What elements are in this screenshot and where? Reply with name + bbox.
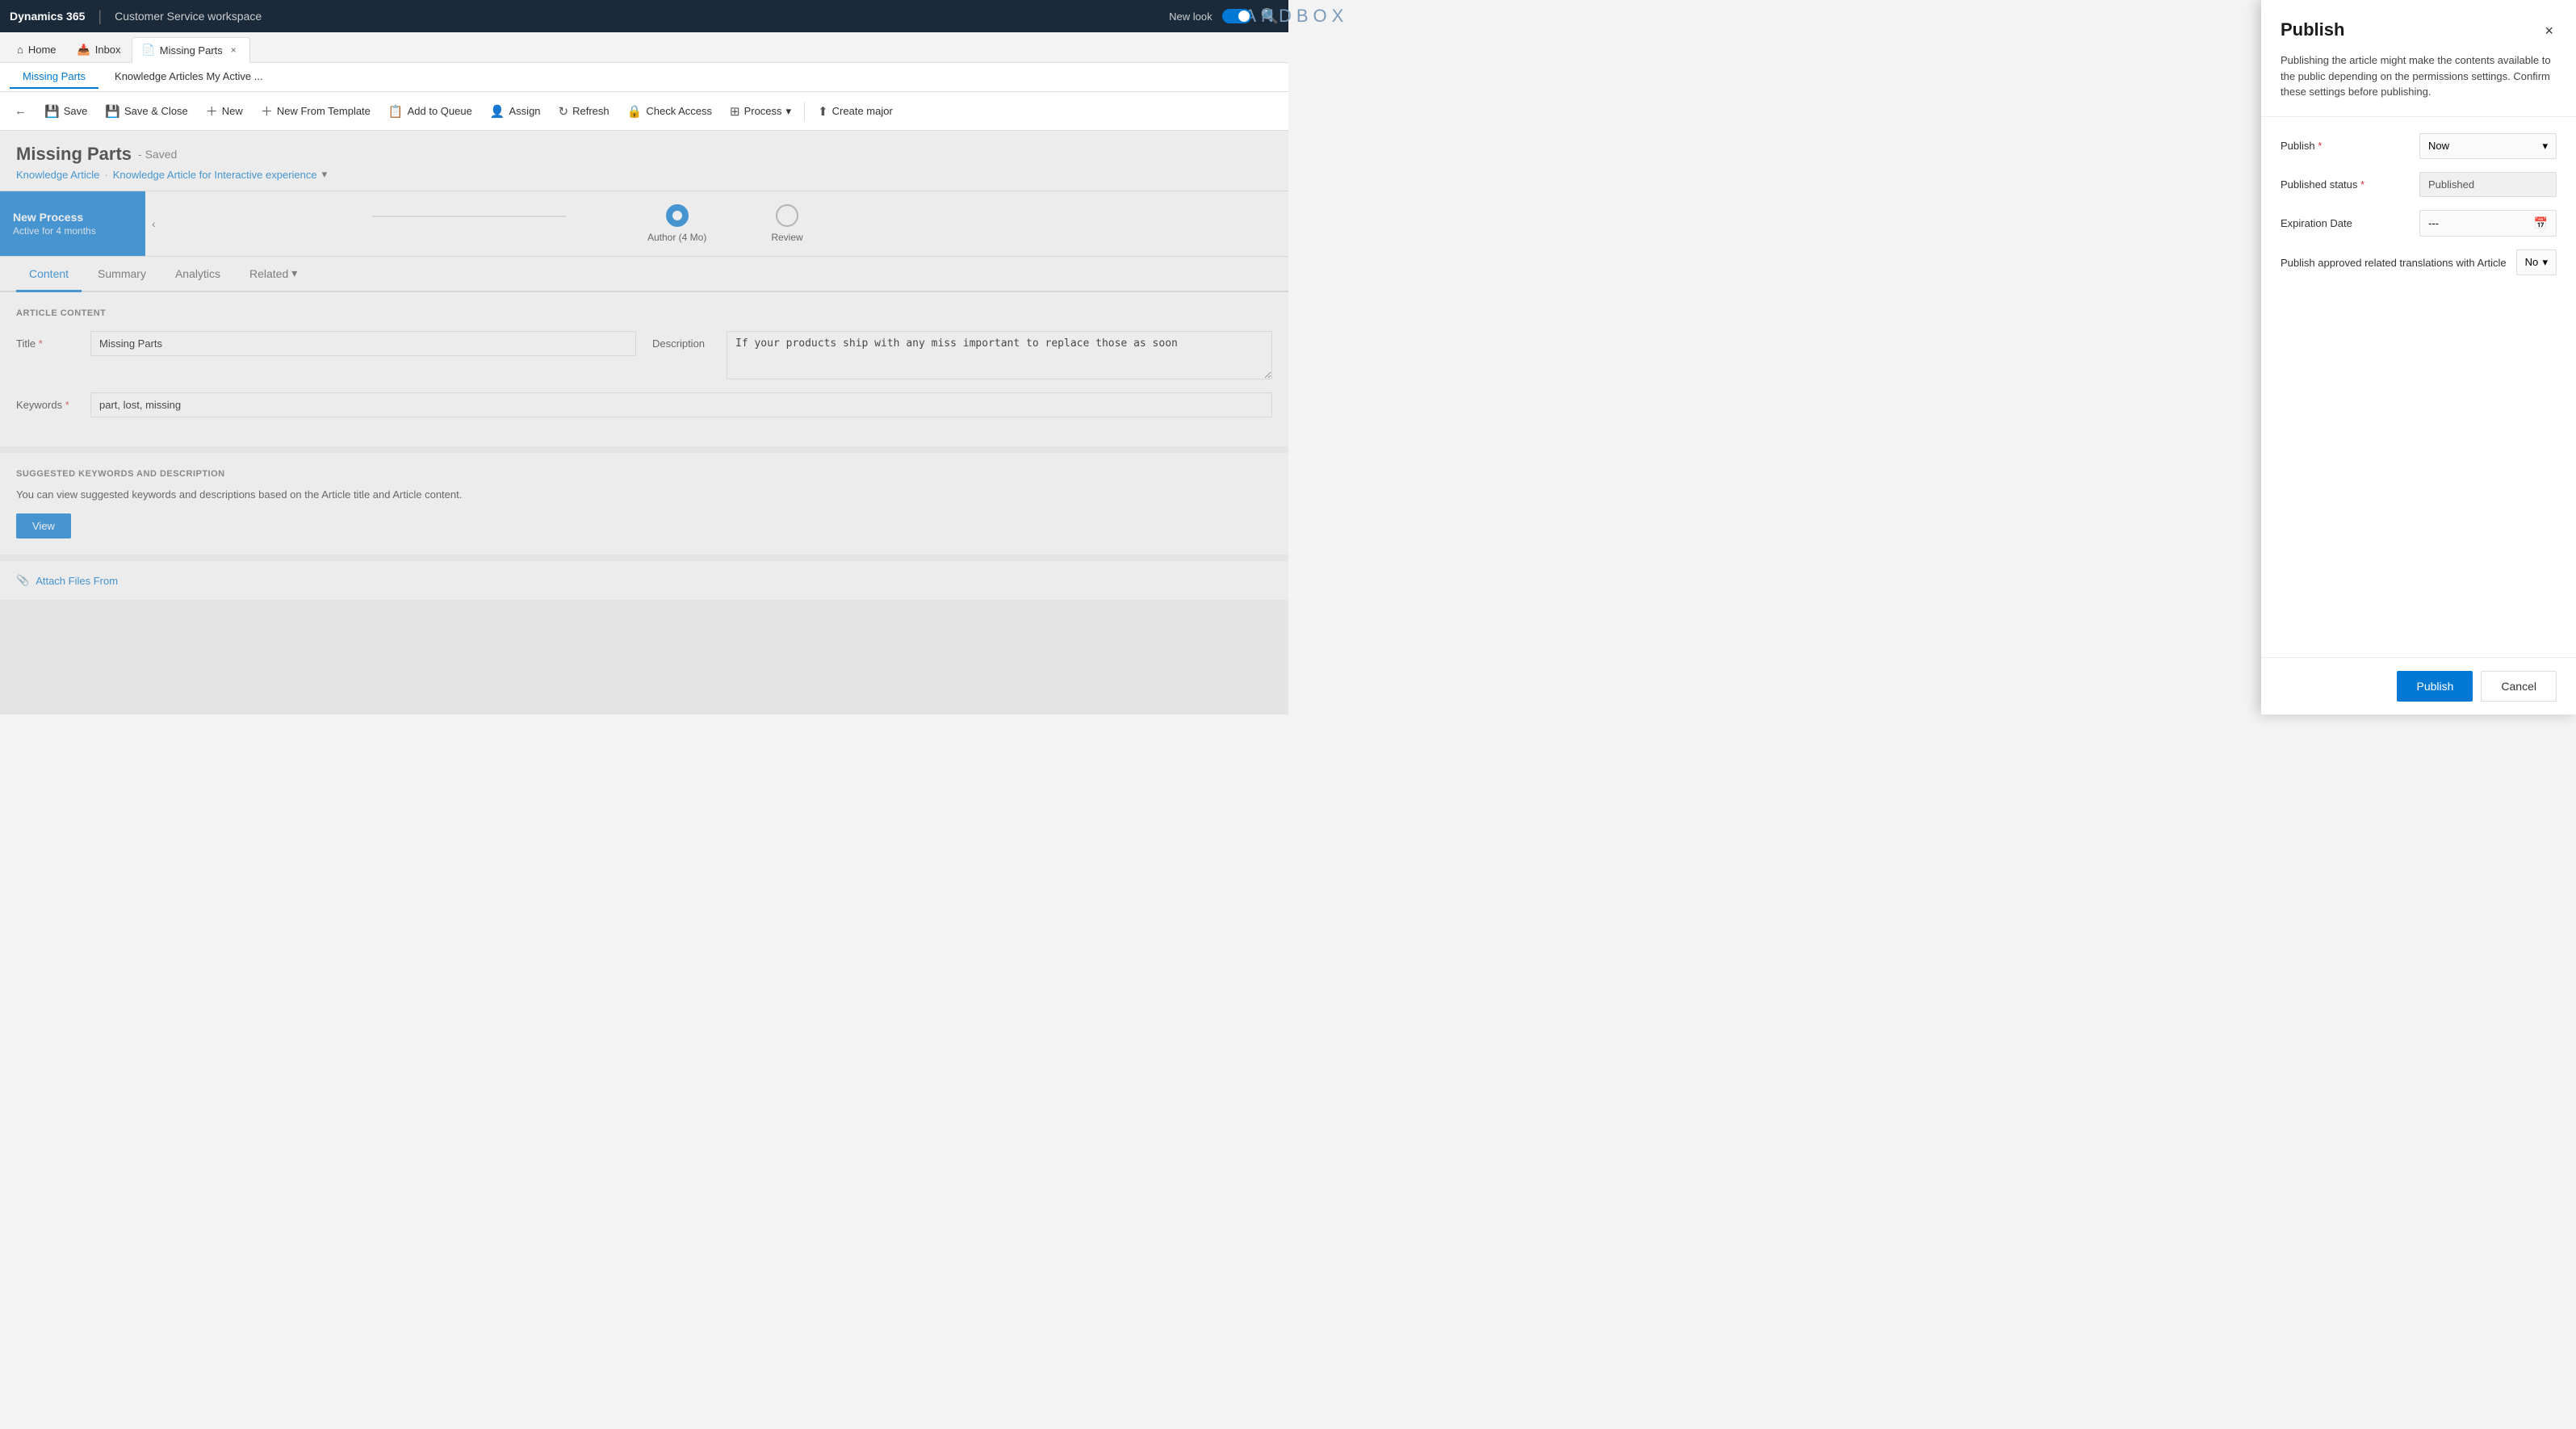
process-label: Process bbox=[744, 105, 782, 117]
publish-panel: Publish × Publishing the article might m… bbox=[2261, 0, 2576, 714]
back-button[interactable]: ← bbox=[6, 97, 35, 126]
inbox-icon: 📥 bbox=[77, 44, 90, 57]
tab-home[interactable]: ⌂ Home bbox=[6, 36, 67, 62]
refresh-icon: ↻ bbox=[559, 104, 569, 119]
panel-title: Publish bbox=[2281, 19, 2344, 40]
tab-inbox-label: Inbox bbox=[95, 44, 121, 56]
sub-tab-knowledge-articles[interactable]: Knowledge Articles My Active ... bbox=[102, 65, 276, 89]
expiration-value-text: --- bbox=[2428, 217, 2439, 229]
sub-tab-bar: Missing Parts Knowledge Articles My Acti… bbox=[0, 63, 1288, 92]
calendar-icon: 📅 bbox=[2534, 216, 2548, 230]
back-icon: ← bbox=[15, 104, 27, 118]
published-status-required: * bbox=[2360, 178, 2364, 191]
translations-label: Publish approved related translations wi… bbox=[2281, 249, 2507, 270]
process-chevron-icon: ▾ bbox=[786, 105, 792, 118]
new-label: New bbox=[222, 105, 243, 117]
panel-body: Publish * Now ▾ Published status * Publi… bbox=[2261, 117, 2576, 658]
publish-label-required: * bbox=[2318, 140, 2322, 152]
published-status-label-text: Published status bbox=[2281, 178, 2357, 191]
tab-missing-parts-label: Missing Parts bbox=[160, 44, 223, 57]
new-from-template-button[interactable]: ＋ New From Template bbox=[253, 97, 379, 126]
translations-value-text: No bbox=[2525, 256, 2539, 268]
create-major-button[interactable]: ⬆ Create major bbox=[810, 97, 901, 126]
assign-button[interactable]: 👤 Assign bbox=[482, 97, 549, 126]
save-icon: 💾 bbox=[44, 104, 60, 119]
panel-close-button[interactable]: × bbox=[2541, 19, 2557, 43]
create-major-label: Create major bbox=[832, 105, 893, 117]
published-status-text: Published bbox=[2428, 178, 2474, 191]
tab-bar: ⌂ Home 📥 Inbox 📄 Missing Parts × bbox=[0, 32, 1288, 63]
save-button[interactable]: 💾 Save bbox=[36, 97, 95, 126]
expiration-label: Expiration Date bbox=[2281, 217, 2410, 229]
process-button[interactable]: ⊞ Process ▾ bbox=[722, 97, 799, 126]
save-close-button[interactable]: 💾 Save & Close bbox=[97, 97, 195, 126]
content-area: Missing Parts - Saved Knowledge Article … bbox=[0, 131, 1288, 714]
assign-icon: 👤 bbox=[490, 104, 505, 119]
new-button[interactable]: ＋ New bbox=[198, 97, 251, 126]
check-access-button[interactable]: 🔒 Check Access bbox=[619, 97, 720, 126]
main-area: Missing Parts - Saved Knowledge Article … bbox=[0, 131, 1288, 714]
template-icon: ＋ bbox=[261, 103, 273, 119]
translations-dropdown-icon: ▾ bbox=[2542, 256, 2548, 269]
publish-button[interactable]: Publish bbox=[2397, 671, 2473, 702]
add-to-queue-label: Add to Queue bbox=[408, 105, 472, 117]
top-navigation: Dynamics 365 | Customer Service workspac… bbox=[0, 0, 1288, 32]
publish-label-text: Publish bbox=[2281, 140, 2315, 152]
save-label: Save bbox=[64, 105, 88, 117]
panel-field-published-status: Published status * Published bbox=[2281, 172, 2557, 197]
new-icon: ＋ bbox=[206, 103, 218, 119]
panel-footer: Publish Cancel bbox=[2261, 657, 2576, 714]
home-icon: ⌂ bbox=[17, 44, 23, 56]
tab-home-label: Home bbox=[28, 44, 57, 56]
process-icon: ⊞ bbox=[730, 104, 740, 119]
article-icon: 📄 bbox=[142, 44, 155, 57]
queue-icon: 📋 bbox=[388, 104, 404, 119]
toolbar-sep bbox=[804, 102, 805, 121]
tab-inbox[interactable]: 📥 Inbox bbox=[67, 36, 132, 62]
check-access-label: Check Access bbox=[646, 105, 712, 117]
expiration-value[interactable]: --- 📅 bbox=[2419, 210, 2557, 237]
panel-header: Publish × bbox=[2261, 0, 2576, 43]
cancel-button[interactable]: Cancel bbox=[2481, 671, 2557, 702]
panel-description: Publishing the article might make the co… bbox=[2261, 43, 2576, 117]
panel-field-expiration: Expiration Date --- 📅 bbox=[2281, 210, 2557, 237]
panel-field-publish: Publish * Now ▾ bbox=[2281, 133, 2557, 159]
published-status-value: Published bbox=[2419, 172, 2557, 197]
publish-field-value[interactable]: Now ▾ bbox=[2419, 133, 2557, 159]
publish-dropdown-icon: ▾ bbox=[2542, 140, 2548, 153]
refresh-label: Refresh bbox=[572, 105, 609, 117]
tab-close-icon[interactable]: × bbox=[228, 43, 240, 57]
panel-field-translations: Publish approved related translations wi… bbox=[2281, 249, 2557, 275]
new-look-label: New look bbox=[1169, 10, 1212, 23]
toolbar: ← 💾 Save 💾 Save & Close ＋ New ＋ New From… bbox=[0, 92, 1288, 131]
tab-missing-parts[interactable]: 📄 Missing Parts × bbox=[132, 37, 250, 63]
nav-divider: | bbox=[98, 8, 102, 25]
new-from-template-label: New From Template bbox=[277, 105, 371, 117]
save-close-icon: 💾 bbox=[105, 104, 120, 119]
refresh-button[interactable]: ↻ Refresh bbox=[551, 97, 618, 126]
publish-field-label: Publish * bbox=[2281, 140, 2410, 152]
workspace-label: Customer Service workspace bbox=[115, 10, 262, 23]
new-look-toggle[interactable] bbox=[1222, 9, 1251, 23]
assign-label: Assign bbox=[509, 105, 541, 117]
sub-tab-knowledge-label: Knowledge Articles My Active ... bbox=[115, 70, 263, 82]
sub-tab-missing-parts[interactable]: Missing Parts bbox=[10, 65, 98, 89]
check-access-icon: 🔒 bbox=[627, 104, 643, 119]
published-status-label: Published status * bbox=[2281, 178, 2410, 191]
brand-name: Dynamics 365 bbox=[10, 10, 85, 23]
brand-logo[interactable]: Dynamics 365 bbox=[10, 10, 85, 23]
create-major-icon: ⬆ bbox=[818, 104, 828, 119]
publish-value-text: Now bbox=[2428, 140, 2449, 152]
save-close-label: Save & Close bbox=[124, 105, 188, 117]
add-to-queue-button[interactable]: 📋 Add to Queue bbox=[380, 97, 480, 126]
translations-value[interactable]: No ▾ bbox=[2516, 249, 2557, 275]
main-overlay bbox=[0, 131, 1288, 714]
sub-tab-missing-parts-label: Missing Parts bbox=[23, 70, 86, 82]
